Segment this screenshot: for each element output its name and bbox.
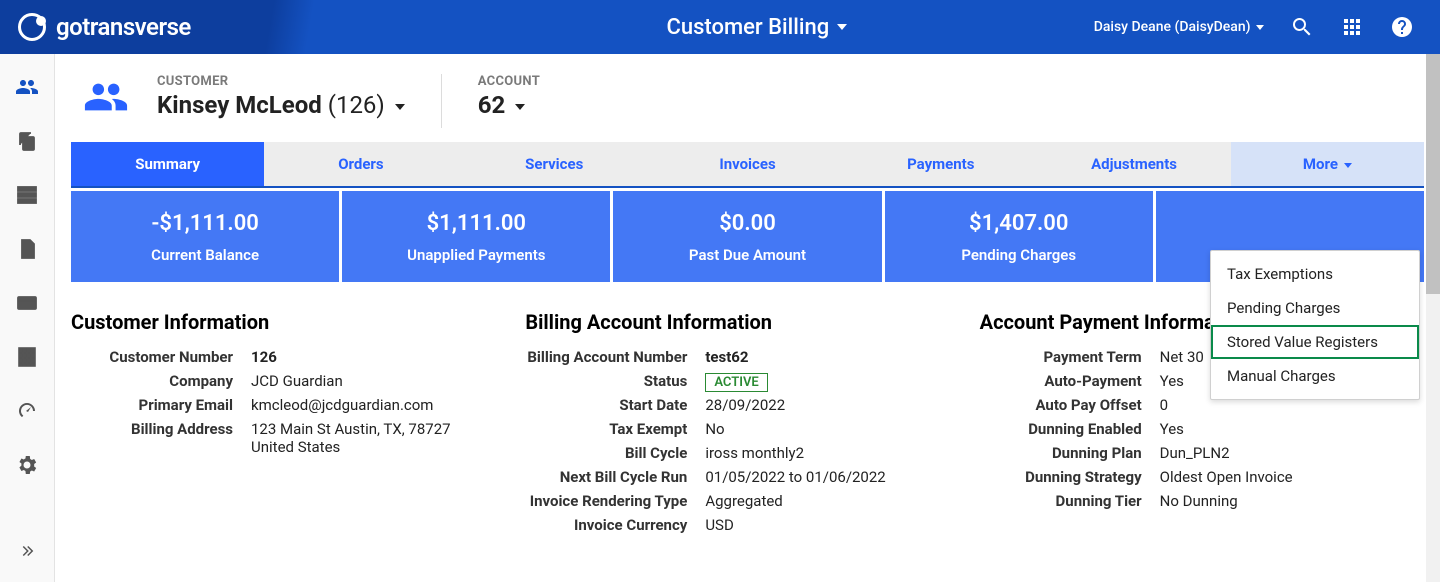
tab-orders[interactable]: Orders: [264, 142, 457, 186]
chevron-down-icon: [515, 104, 525, 110]
stat-past-due: $0.00 Past Due Amount: [613, 191, 881, 282]
billing-account-information: Billing Account Information Billing Acco…: [525, 310, 969, 540]
stat-current-balance: -$1,111.00 Current Balance: [71, 191, 339, 282]
brand-logo[interactable]: gotransverse: [0, 0, 420, 54]
tabs-bar: Summary Orders Services Invoices Payment…: [71, 142, 1424, 188]
tab-more[interactable]: More: [1231, 142, 1424, 186]
dd-pending-charges[interactable]: Pending Charges: [1211, 291, 1419, 325]
expand-sidebar-button[interactable]: [18, 542, 36, 564]
tab-summary[interactable]: Summary: [71, 142, 264, 186]
search-icon[interactable]: [1290, 15, 1314, 39]
module-dropdown[interactable]: Customer Billing: [420, 15, 1094, 40]
logo-icon: [18, 13, 46, 41]
section-title: Customer Information: [71, 310, 515, 334]
copy-icon[interactable]: [14, 128, 40, 154]
more-dropdown: Tax Exemptions Pending Charges Stored Va…: [1210, 250, 1420, 400]
calculator-icon[interactable]: [14, 344, 40, 370]
chevron-down-icon: [1344, 163, 1352, 168]
document-icon[interactable]: [14, 236, 40, 262]
status-badge: ACTIVE: [705, 373, 767, 392]
context-header: CUSTOMER Kinsey McLeod (126) ACCOUNT 62: [55, 54, 1440, 142]
divider: [441, 74, 442, 128]
main-content: CUSTOMER Kinsey McLeod (126) ACCOUNT 62 …: [55, 54, 1440, 582]
stat-pending-charges: $1,407.00 Pending Charges: [885, 191, 1153, 282]
tab-invoices[interactable]: Invoices: [651, 142, 844, 186]
scrollbar-thumb[interactable]: [1426, 54, 1440, 294]
tab-adjustments[interactable]: Adjustments: [1037, 142, 1230, 186]
account-label: ACCOUNT: [478, 74, 540, 89]
tab-payments[interactable]: Payments: [844, 142, 1037, 186]
dd-manual-charges[interactable]: Manual Charges: [1211, 359, 1419, 393]
customer-information: Customer Information Customer Number126 …: [71, 310, 515, 540]
topbar-right: Daisy Deane (DaisyDean): [1094, 15, 1440, 39]
module-title: Customer Billing: [667, 15, 830, 40]
gear-icon[interactable]: [14, 452, 40, 478]
chevron-down-icon: [837, 24, 847, 30]
credit-card-icon[interactable]: [14, 290, 40, 316]
user-menu[interactable]: Daisy Deane (DaisyDean): [1094, 19, 1264, 35]
apps-icon[interactable]: [1340, 15, 1364, 39]
customer-header-icon: [83, 74, 129, 124]
chevron-down-icon: [395, 104, 405, 110]
account-selector[interactable]: 62: [478, 91, 540, 119]
section-title: Billing Account Information: [525, 310, 969, 334]
vertical-scrollbar[interactable]: [1426, 54, 1440, 582]
tab-services[interactable]: Services: [458, 142, 651, 186]
gauge-icon[interactable]: [14, 398, 40, 424]
customer-label: CUSTOMER: [157, 74, 405, 89]
stat-unapplied-payments: $1,111.00 Unapplied Payments: [342, 191, 610, 282]
chevron-down-icon: [1256, 25, 1264, 30]
customer-selector[interactable]: Kinsey McLeod (126): [157, 91, 405, 119]
dd-tax-exemptions[interactable]: Tax Exemptions: [1211, 257, 1419, 291]
dd-stored-value-registers[interactable]: Stored Value Registers: [1211, 325, 1419, 359]
side-nav: [0, 54, 55, 582]
brand-text: gotransverse: [56, 13, 191, 41]
help-icon[interactable]: [1390, 15, 1414, 39]
server-icon[interactable]: [14, 182, 40, 208]
top-bar: gotransverse Customer Billing Daisy Dean…: [0, 0, 1440, 54]
customers-icon[interactable]: [14, 74, 40, 100]
